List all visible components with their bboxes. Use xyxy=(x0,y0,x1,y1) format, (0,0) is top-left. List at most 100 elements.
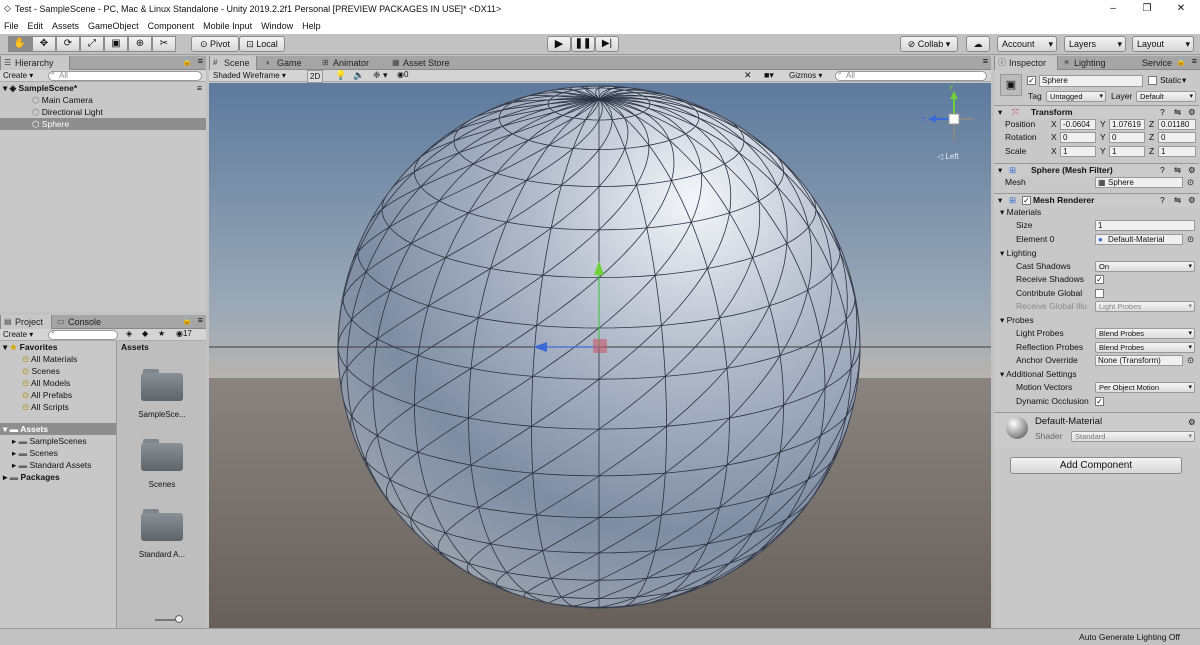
menu-assets[interactable]: Assets xyxy=(52,21,79,31)
menu-mobile-input[interactable]: Mobile Input xyxy=(203,21,252,31)
position-y-field[interactable]: 1.07619 xyxy=(1109,119,1145,130)
rotate-tool-icon[interactable]: ⟳ xyxy=(56,36,80,52)
filter-label-icon[interactable]: ◆ xyxy=(142,329,148,338)
panel-menu-icon[interactable]: ≡ xyxy=(198,315,203,325)
folder-icon[interactable] xyxy=(141,439,183,471)
static-checkbox[interactable] xyxy=(1148,76,1157,85)
hierarchy-item-sphere[interactable]: ⬡ Sphere xyxy=(0,118,206,130)
tab-game[interactable]: ◐ Game xyxy=(263,56,311,70)
object-name-field[interactable]: Sphere xyxy=(1039,75,1143,87)
materials-foldout[interactable]: ▾ Materials xyxy=(1000,206,1041,218)
hidden-objects-count[interactable]: ◉0 xyxy=(397,70,408,79)
account-dropdown[interactable]: Account ▾ xyxy=(997,36,1057,52)
packages-folder[interactable]: ▸ ▬ Packages xyxy=(3,471,60,483)
tab-inspector[interactable]: ⓘ Inspector xyxy=(994,56,1058,70)
lock-icon[interactable]: 🔒 xyxy=(1176,57,1186,66)
rotation-z-field[interactable]: 0 xyxy=(1158,132,1196,143)
tag-dropdown[interactable]: Untagged xyxy=(1046,91,1106,102)
menu-gameobject[interactable]: GameObject xyxy=(88,21,139,31)
cloud-icon[interactable]: ☁ xyxy=(966,36,990,52)
menu-help[interactable]: Help xyxy=(302,21,321,31)
contribute-gi-checkbox[interactable] xyxy=(1095,289,1104,298)
reflection-probes-dropdown[interactable]: Blend Probes xyxy=(1095,342,1195,353)
menu-component[interactable]: Component xyxy=(148,21,195,31)
panel-menu-icon[interactable]: ≡ xyxy=(1192,56,1197,66)
collab-button[interactable]: ⊘ Collab ▾ xyxy=(900,36,958,52)
play-button[interactable]: ▶ xyxy=(547,36,571,52)
scene-viewport[interactable]: y z ◁ Left xyxy=(209,83,991,628)
folder-samplescenes[interactable]: ▸ ▬ SampleScenes xyxy=(12,435,87,447)
shader-dropdown[interactable]: Standard xyxy=(1071,431,1195,442)
dynamic-occlusion-checkbox[interactable]: ✓ xyxy=(1095,397,1104,406)
minimize-icon[interactable]: – xyxy=(1098,0,1128,17)
tab-console[interactable]: ▭ Console xyxy=(54,315,110,329)
favorite-all-models[interactable]: ⊙ All Models xyxy=(22,377,70,389)
rotation-x-field[interactable]: 0 xyxy=(1060,132,1096,143)
light-probes-dropdown[interactable]: Blend Probes xyxy=(1095,328,1195,339)
expand-arrow-icon[interactable]: ▾ xyxy=(998,106,1002,118)
folder-standard-assets[interactable]: ▸ ▬ Standard Assets xyxy=(12,459,91,471)
lighting-foldout[interactable]: ▾ Lighting xyxy=(1000,247,1036,259)
help-icon[interactable]: ? xyxy=(1160,194,1165,206)
layer-dropdown[interactable]: Default xyxy=(1136,91,1196,102)
lock-icon[interactable]: 🔒 xyxy=(182,57,192,66)
object-picker-icon[interactable]: ⊙ xyxy=(1187,354,1194,366)
expand-arrow-icon[interactable]: ▾ xyxy=(998,164,1002,176)
local-button[interactable]: ⊡ Local xyxy=(239,36,285,52)
static-dropdown-icon[interactable]: ▾ xyxy=(1182,74,1186,86)
materials-size-field[interactable]: 1 xyxy=(1095,220,1195,231)
hierarchy-item-main-camera[interactable]: ⬡ Main Camera xyxy=(32,94,93,106)
menu-window[interactable]: Window xyxy=(261,21,293,31)
settings-icon[interactable]: ⚙ xyxy=(1188,106,1196,118)
object-picker-icon[interactable]: ⊙ xyxy=(1187,233,1194,245)
settings-icon[interactable]: ⚙ xyxy=(1188,416,1196,428)
favorite-all-scripts[interactable]: ⊙ All Scripts xyxy=(22,401,69,413)
gizmos-dropdown[interactable]: Gizmos ▾ xyxy=(789,70,822,81)
folder-scenes[interactable]: ▸ ▬ Scenes xyxy=(12,447,58,459)
mesh-renderer-enabled-checkbox[interactable]: ✓ xyxy=(1022,196,1031,205)
scale-y-field[interactable]: 1 xyxy=(1109,146,1145,157)
hand-tool-icon[interactable]: ✋ xyxy=(8,36,32,52)
tab-lighting[interactable]: ☀ Lighting xyxy=(1060,56,1122,70)
camera-icon[interactable]: ■▾ xyxy=(764,70,774,81)
tab-scene[interactable]: # Scene xyxy=(209,56,257,70)
panel-menu-icon[interactable]: ≡ xyxy=(198,56,203,66)
pause-button[interactable]: ❚❚ xyxy=(571,36,595,52)
preset-icon[interactable]: ⇋ xyxy=(1174,106,1181,118)
tools-icon[interactable]: ✕ xyxy=(744,70,752,81)
expand-arrow-icon[interactable]: ▾ xyxy=(998,194,1002,206)
hierarchy-create-button[interactable]: Create ▾ xyxy=(3,70,33,81)
help-icon[interactable]: ? xyxy=(1160,106,1165,118)
layout-dropdown[interactable]: Layout ▾ xyxy=(1132,36,1194,52)
favorite-all-prefabs[interactable]: ⊙ All Prefabs xyxy=(22,389,72,401)
eye-count[interactable]: ◉17 xyxy=(176,329,192,338)
anchor-override-field[interactable]: None (Transform) xyxy=(1095,355,1183,366)
rect-tool-icon[interactable]: ▣ xyxy=(104,36,128,52)
project-search-input[interactable] xyxy=(48,330,118,340)
tab-project[interactable]: ▤ Project xyxy=(0,315,52,329)
hierarchy-search-input[interactable]: All xyxy=(48,71,202,81)
view-orientation-label[interactable]: ◁ Left xyxy=(937,152,959,161)
preset-icon[interactable]: ⇋ xyxy=(1174,164,1181,176)
probes-foldout[interactable]: ▾ Probes xyxy=(1000,314,1034,326)
active-checkbox[interactable]: ✓ xyxy=(1027,76,1036,85)
tab-asset-store[interactable]: ▦ Asset Store xyxy=(389,56,459,70)
close-icon[interactable]: ✕ xyxy=(1166,0,1196,17)
scale-tool-icon[interactable]: ⤢ xyxy=(80,36,104,52)
object-picker-icon[interactable]: ⊙ xyxy=(1187,176,1194,188)
favorites-folder[interactable]: ▾ ★ Favorites xyxy=(3,341,57,353)
scale-x-field[interactable]: 1 xyxy=(1060,146,1096,157)
draw-mode-dropdown[interactable]: Shaded Wireframe ▾ xyxy=(213,70,286,81)
settings-icon[interactable]: ⚙ xyxy=(1188,194,1196,206)
step-button[interactable]: ▶| xyxy=(595,36,619,52)
rotation-y-field[interactable]: 0 xyxy=(1109,132,1145,143)
folder-icon[interactable] xyxy=(141,509,183,541)
favorite-star-icon[interactable]: ★ xyxy=(158,329,165,338)
help-icon[interactable]: ? xyxy=(1160,164,1165,176)
custom-tool-icon[interactable]: ✂ xyxy=(152,36,176,52)
lighting-status[interactable]: Auto Generate Lighting Off xyxy=(1079,632,1180,642)
folder-icon[interactable] xyxy=(141,369,183,401)
tab-animator[interactable]: ⊞ Animator xyxy=(319,56,385,70)
pivot-button[interactable]: ⊙ Pivot xyxy=(191,36,239,52)
position-z-field[interactable]: 0.01180 xyxy=(1158,119,1196,130)
